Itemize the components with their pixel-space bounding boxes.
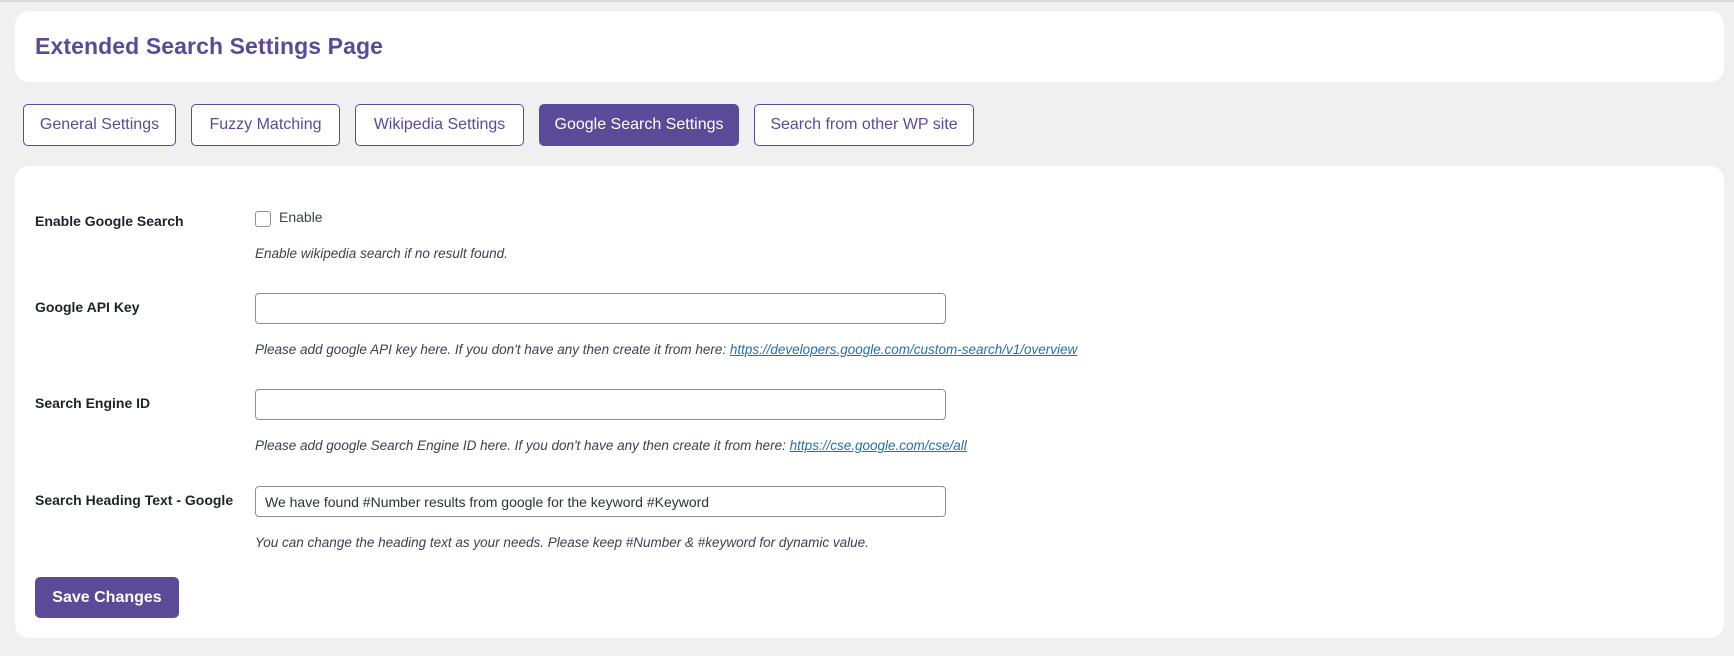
save-changes-button[interactable]: Save Changes	[35, 577, 179, 618]
search-engine-id-label: Search Engine ID	[35, 395, 151, 411]
search-heading-text-description: You can change the heading text as your …	[255, 535, 869, 550]
tab-fuzzy-matching[interactable]: Fuzzy Matching	[191, 104, 340, 146]
tab-google-search-settings[interactable]: Google Search Settings	[539, 104, 739, 146]
search-heading-text-input[interactable]	[255, 486, 946, 517]
google-api-key-label: Google API Key	[35, 299, 140, 315]
google-api-key-description: Please add google API key here. If you d…	[255, 342, 1077, 357]
tab-search-other-wp-site[interactable]: Search from other WP site	[754, 104, 974, 146]
google-api-key-input[interactable]	[255, 293, 946, 324]
page-header: Extended Search Settings Page	[15, 11, 1724, 82]
top-divider	[0, 0, 1734, 2]
google-api-key-link[interactable]: https://developers.google.com/custom-sea…	[730, 342, 1077, 357]
enable-checkbox-label[interactable]: Enable	[279, 209, 323, 225]
tab-wikipedia-settings[interactable]: Wikipedia Settings	[355, 104, 524, 146]
search-engine-id-link[interactable]: https://cse.google.com/cse/all	[790, 438, 967, 453]
search-engine-id-description: Please add google Search Engine ID here.…	[255, 438, 967, 453]
page-title: Extended Search Settings Page	[35, 33, 384, 59]
search-engine-id-input[interactable]	[255, 389, 946, 420]
enable-google-checkbox[interactable]	[255, 211, 271, 227]
google-api-key-help-text: Please add google API key here. If you d…	[255, 342, 730, 357]
settings-form: Enable Google Search Enable Enable wikip…	[15, 166, 1724, 638]
enable-google-search-label: Enable Google Search	[35, 213, 184, 229]
search-engine-id-help-text: Please add google Search Engine ID here.…	[255, 438, 790, 453]
search-heading-text-label: Search Heading Text - Google	[35, 492, 234, 508]
tab-general-settings[interactable]: General Settings	[23, 104, 176, 146]
enable-google-description: Enable wikipedia search if no result fou…	[255, 246, 508, 261]
